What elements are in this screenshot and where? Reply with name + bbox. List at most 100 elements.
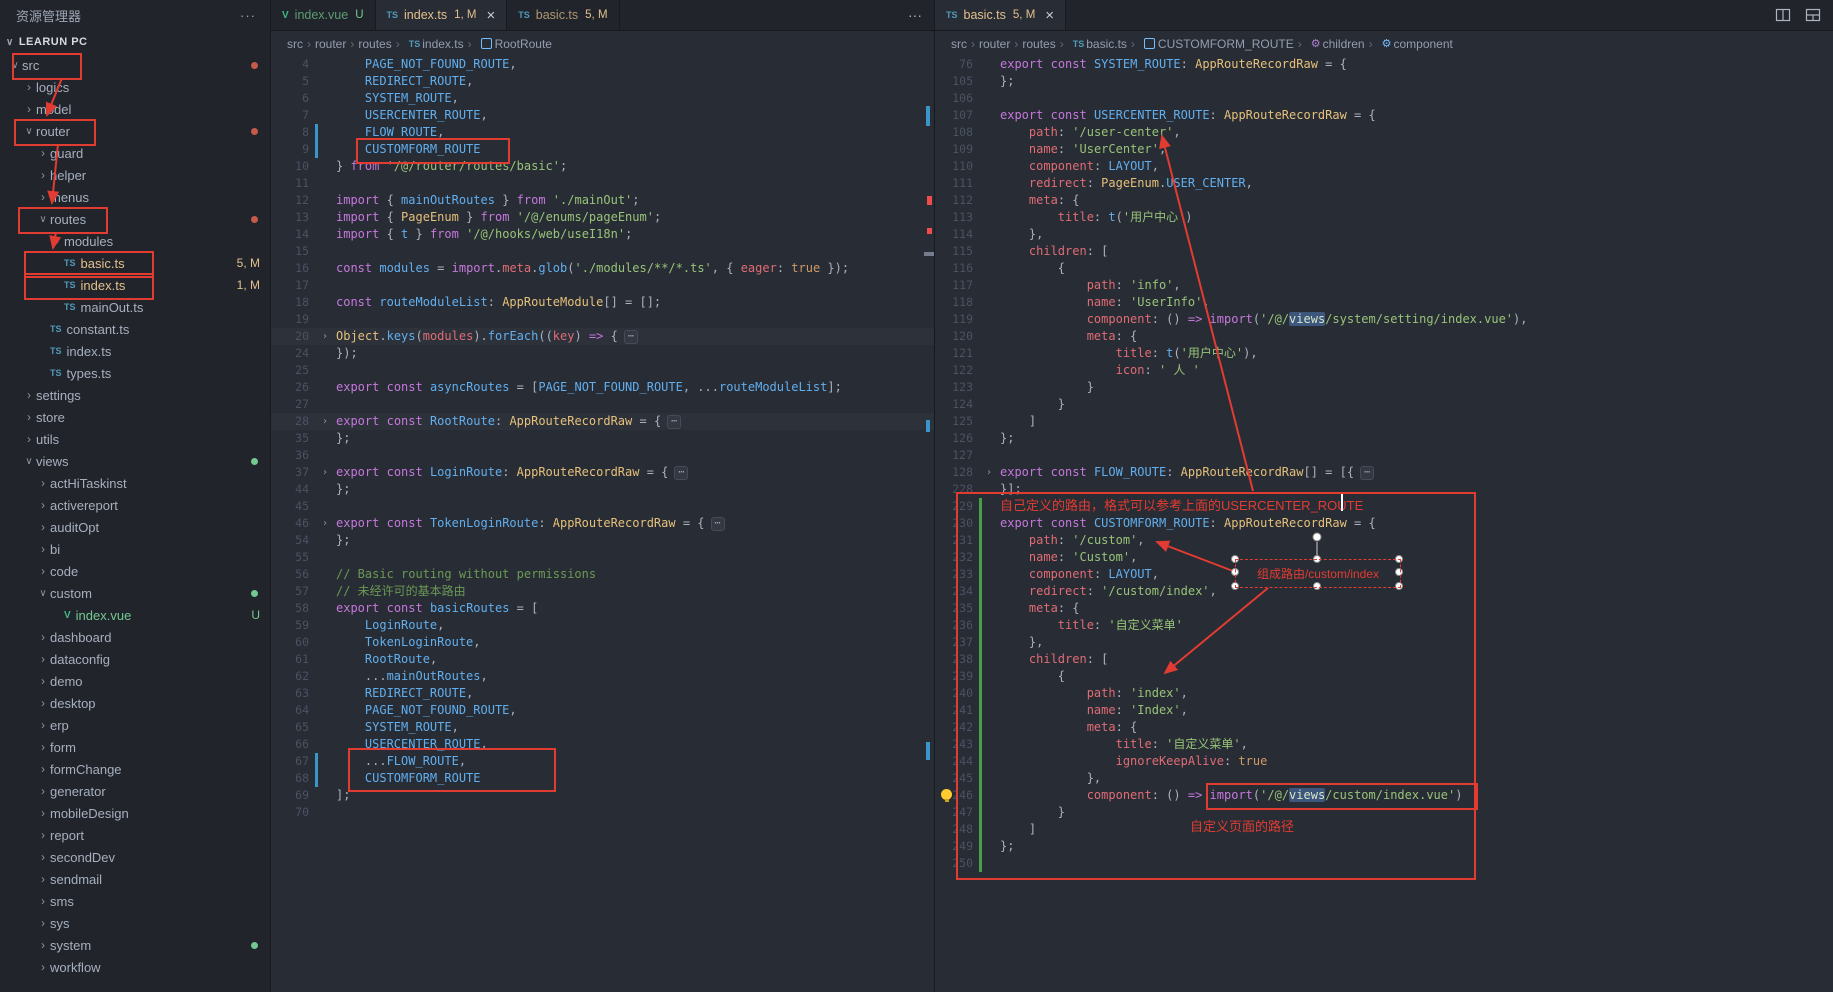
code-text: {: [1000, 260, 1833, 277]
code-line: 238 children: [: [935, 651, 1833, 668]
tab-index.ts[interactable]: TSindex.ts1, M×: [376, 0, 508, 30]
chevron-right-icon: ›: [36, 696, 50, 710]
code-text: USERCENTER_ROUTE,: [336, 107, 934, 124]
code-text: path: 'info',: [1000, 277, 1833, 294]
fold-chevron-icon: [986, 294, 1000, 311]
explorer-more-actions-icon[interactable]: ···: [240, 8, 256, 23]
code-text: [336, 362, 934, 379]
tree-item-actHiTaskinst[interactable]: ›actHiTaskinst: [0, 472, 270, 494]
fold-chevron-icon[interactable]: ›: [322, 515, 336, 532]
tree-item-utils[interactable]: ›utils: [0, 428, 270, 450]
tree-item-store[interactable]: ›store: [0, 406, 270, 428]
fold-chevron-icon[interactable]: ›: [322, 328, 336, 345]
tree-item-basic.ts[interactable]: TSbasic.ts5, M: [0, 252, 270, 274]
tree-item-index.ts[interactable]: TSindex.ts1, M: [0, 274, 270, 296]
tree-item-helper[interactable]: ›helper: [0, 164, 270, 186]
breadcrumb-item[interactable]: routes: [358, 37, 391, 51]
lightbulb-icon[interactable]: [941, 789, 952, 800]
breadcrumb-item[interactable]: children: [1323, 37, 1365, 51]
tab-basic.ts[interactable]: TSbasic.ts5, M: [507, 0, 619, 30]
tree-item-bi[interactable]: ›bi: [0, 538, 270, 560]
tree-item-sendmail[interactable]: ›sendmail: [0, 868, 270, 890]
code-token: ⋯: [1360, 466, 1374, 480]
line-number: 244: [935, 753, 979, 770]
tree-item-custom[interactable]: ∨custom: [0, 582, 270, 604]
tree-item-auditOpt[interactable]: ›auditOpt: [0, 516, 270, 538]
tree-item-demo[interactable]: ›demo: [0, 670, 270, 692]
code-line: 111 redirect: PageEnum.USER_CENTER,: [935, 175, 1833, 192]
tree-item-report[interactable]: ›report: [0, 824, 270, 846]
breadcrumb-item[interactable]: src: [951, 37, 967, 51]
breadcrumb-item[interactable]: RootRoute: [495, 37, 552, 51]
editor-layout-icon[interactable]: [1805, 7, 1821, 23]
fold-chevron-icon: [322, 651, 336, 668]
tree-item-dashboard[interactable]: ›dashboard: [0, 626, 270, 648]
tree-item-index.ts[interactable]: TSindex.ts: [0, 340, 270, 362]
workspace-section-header[interactable]: ∨ LEARUN PC: [0, 30, 270, 54]
git-gutter-indicator: [315, 379, 318, 396]
code-token: title: [1058, 618, 1094, 632]
split-editor-icon[interactable]: [1775, 7, 1791, 23]
code-editor-right[interactable]: 76export const SYSTEM_ROUTE: AppRouteRec…: [935, 56, 1833, 872]
tree-item-types.ts[interactable]: TStypes.ts: [0, 362, 270, 384]
breadcrumb-item[interactable]: basic.ts: [1086, 37, 1127, 51]
code-line: 246 component: () => import('/@/views/cu…: [935, 787, 1833, 804]
git-gutter-indicator: [315, 345, 318, 362]
git-gutter-indicator: [315, 396, 318, 413]
code-token: from: [350, 159, 379, 173]
tree-item-model[interactable]: ›model: [0, 98, 270, 120]
tree-item-code[interactable]: ›code: [0, 560, 270, 582]
tree-item-modules[interactable]: ›modules: [0, 230, 270, 252]
code-token: LAYOUT: [1108, 159, 1151, 173]
code-editor-middle[interactable]: 4 PAGE_NOT_FOUND_ROUTE,5 REDIRECT_ROUTE,…: [271, 56, 934, 821]
tree-item-activereport[interactable]: ›activereport: [0, 494, 270, 516]
code-token: CUSTOMFORM_ROUTE: [1094, 516, 1210, 530]
tree-item-settings[interactable]: ›settings: [0, 384, 270, 406]
breadcrumb-item[interactable]: component: [1393, 37, 1452, 51]
tree-item-logics[interactable]: ›logics: [0, 76, 270, 98]
code-token: mainOutRoutes: [387, 669, 481, 683]
tree-item-src[interactable]: ∨src: [0, 54, 270, 76]
tree-item-formChange[interactable]: ›formChange: [0, 758, 270, 780]
tree-item-system[interactable]: ›system: [0, 934, 270, 956]
breadcrumb-item[interactable]: index.ts: [422, 37, 463, 51]
close-icon[interactable]: ×: [486, 8, 495, 23]
tree-item-routes[interactable]: ∨routes: [0, 208, 270, 230]
tree-item-constant.ts[interactable]: TSconstant.ts: [0, 318, 270, 340]
code-text: children: [: [1000, 243, 1833, 260]
code-token: ,: [1181, 686, 1188, 700]
breadcrumb-item[interactable]: src: [287, 37, 303, 51]
tree-item-menus[interactable]: ›menus: [0, 186, 270, 208]
tree-item-secondDev[interactable]: ›secondDev: [0, 846, 270, 868]
line-number: 66: [271, 736, 315, 753]
breadcrumb-item[interactable]: routes: [1022, 37, 1055, 51]
breadcrumb-item[interactable]: router: [979, 37, 1010, 51]
tree-item-index.vue[interactable]: Vindex.vueU: [0, 604, 270, 626]
breadcrumb-item[interactable]: CUSTOMFORM_ROUTE: [1158, 37, 1294, 51]
fold-chevron-icon[interactable]: ›: [986, 464, 1000, 481]
fold-chevron-icon[interactable]: ›: [322, 464, 336, 481]
tree-item-workflow[interactable]: ›workflow: [0, 956, 270, 978]
tree-item-mobileDesign[interactable]: ›mobileDesign: [0, 802, 270, 824]
code-token: component: [1087, 312, 1152, 326]
fold-chevron-icon[interactable]: ›: [322, 413, 336, 430]
tree-item-sms[interactable]: ›sms: [0, 890, 270, 912]
tab-index.vue[interactable]: Vindex.vueU: [271, 0, 376, 30]
tree-item-desktop[interactable]: ›desktop: [0, 692, 270, 714]
line-number: 232: [935, 549, 979, 566]
tree-item-dataconfig[interactable]: ›dataconfig: [0, 648, 270, 670]
tree-item-router[interactable]: ∨router: [0, 120, 270, 142]
fold-chevron-icon: [986, 515, 1000, 532]
tree-item-views[interactable]: ∨views: [0, 450, 270, 472]
tree-item-form[interactable]: ›form: [0, 736, 270, 758]
breadcrumb-item[interactable]: router: [315, 37, 346, 51]
more-actions-icon[interactable]: ···: [908, 7, 922, 23]
tree-item-generator[interactable]: ›generator: [0, 780, 270, 802]
close-icon[interactable]: ×: [1045, 8, 1054, 23]
tree-item-mainOut.ts[interactable]: TSmainOut.ts: [0, 296, 270, 318]
tree-item-sys[interactable]: ›sys: [0, 912, 270, 934]
code-line: 128›export const FLOW_ROUTE: AppRouteRec…: [935, 464, 1833, 481]
tab-basic.ts[interactable]: TSbasic.ts5, M×: [935, 0, 1066, 30]
tree-item-guard[interactable]: ›guard: [0, 142, 270, 164]
tree-item-erp[interactable]: ›erp: [0, 714, 270, 736]
